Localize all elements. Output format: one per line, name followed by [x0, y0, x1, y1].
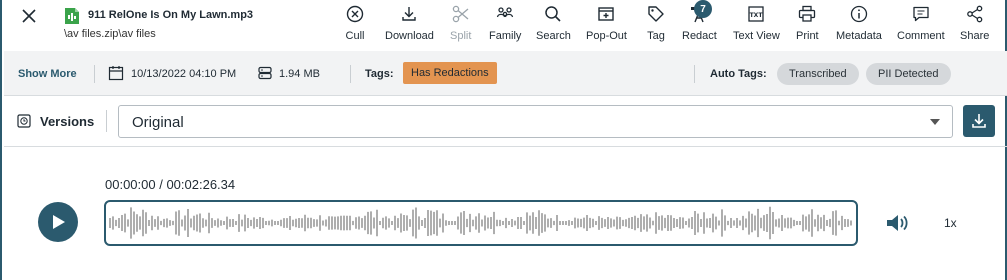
comment-label: Comment [897, 30, 945, 42]
volume-icon[interactable] [885, 212, 909, 234]
cull-label: Cull [345, 30, 365, 42]
text-view-button[interactable]: TXT Text View [733, 4, 780, 42]
redact-button[interactable]: 7 Redact [682, 0, 717, 42]
divider [94, 65, 95, 83]
cull-icon [346, 5, 364, 23]
download-button[interactable]: Download [385, 4, 434, 42]
print-label: Print [796, 30, 819, 42]
comment-button[interactable]: Comment [897, 4, 945, 42]
info-icon [850, 5, 868, 23]
share-button[interactable]: Share [960, 4, 989, 42]
document-viewer: 911 RelOne Is On My Lawn.mp3 \av files.z… [0, 0, 1007, 280]
tag-has-redactions[interactable]: Has Redactions [403, 62, 497, 84]
search-label: Search [536, 30, 571, 42]
family-label: Family [489, 30, 522, 42]
print-button[interactable]: Print [796, 4, 819, 42]
pop-out-label: Pop-Out [586, 30, 627, 42]
search-icon [545, 6, 561, 22]
search-button[interactable]: Search [536, 4, 571, 42]
history-icon [17, 114, 31, 128]
split-button[interactable]: Split [450, 4, 471, 42]
play-button[interactable] [38, 202, 78, 242]
document-date: 10/13/2022 04:10 PM [131, 68, 237, 80]
play-icon [53, 215, 65, 229]
family-icon [497, 7, 514, 18]
waveform [109, 206, 852, 240]
version-select-value: Original [132, 114, 184, 131]
text-view-label: Text View [733, 30, 780, 42]
family-button[interactable]: Family [489, 4, 521, 42]
file-path: \av files.zip\av files [64, 28, 156, 40]
comment-icon [913, 6, 929, 22]
auto-tags-label: Auto Tags: [710, 68, 767, 80]
divider [4, 146, 1007, 147]
pop-out-button[interactable]: Pop-Out [586, 4, 627, 42]
tag-icon [648, 6, 664, 22]
split-label: Split [450, 30, 472, 42]
auto-tag-transcribed[interactable]: Transcribed [777, 63, 859, 85]
pop-out-icon [598, 7, 615, 21]
print-icon [799, 5, 816, 22]
share-icon [966, 5, 983, 23]
share-label: Share [960, 30, 990, 42]
download-icon [972, 114, 986, 128]
playback-time: 00:00:00 / 00:02:26.34 [105, 177, 236, 192]
scissors-icon [452, 5, 469, 23]
divider [350, 65, 351, 83]
version-select[interactable]: Original [118, 105, 953, 138]
download-icon [402, 7, 417, 21]
waveform-scrubber[interactable] [104, 200, 858, 246]
divider [106, 110, 107, 132]
chevron-down-icon [930, 119, 940, 125]
file-size: 1.94 MB [279, 68, 320, 80]
file-title: 911 RelOne Is On My Lawn.mp3 [88, 9, 254, 21]
svg-text:TXT: TXT [750, 12, 764, 19]
playback-speed-button[interactable]: 1x [944, 216, 957, 230]
versions-label: Versions [40, 114, 95, 129]
cull-button[interactable]: Cull [345, 4, 365, 42]
auto-tag-pii-detected[interactable]: PII Detected [866, 63, 951, 85]
viewer-toolbar: 911 RelOne Is On My Lawn.mp3 \av files.z… [2, 0, 1007, 48]
tag-label: Tag [647, 30, 665, 42]
download-label: Download [385, 30, 434, 42]
metadata-button[interactable]: Metadata [836, 4, 882, 42]
divider [694, 65, 695, 83]
document-info-bar: Show More 10/13/2022 04:10 PM 1.94 MB Ta… [4, 51, 1007, 96]
storage-icon [258, 66, 272, 80]
metadata-label: Metadata [836, 30, 882, 42]
text-view-icon: TXT [748, 6, 765, 22]
download-version-button[interactable] [963, 105, 995, 137]
redaction-count-badge: 7 [694, 0, 712, 18]
tags-label: Tags: [365, 68, 394, 80]
show-more-link[interactable]: Show More [18, 68, 77, 80]
redact-label: Redact [682, 30, 717, 42]
close-icon[interactable] [20, 7, 38, 25]
tag-button[interactable]: Tag [646, 4, 666, 42]
calendar-icon [108, 66, 124, 81]
audio-file-icon [65, 8, 79, 24]
